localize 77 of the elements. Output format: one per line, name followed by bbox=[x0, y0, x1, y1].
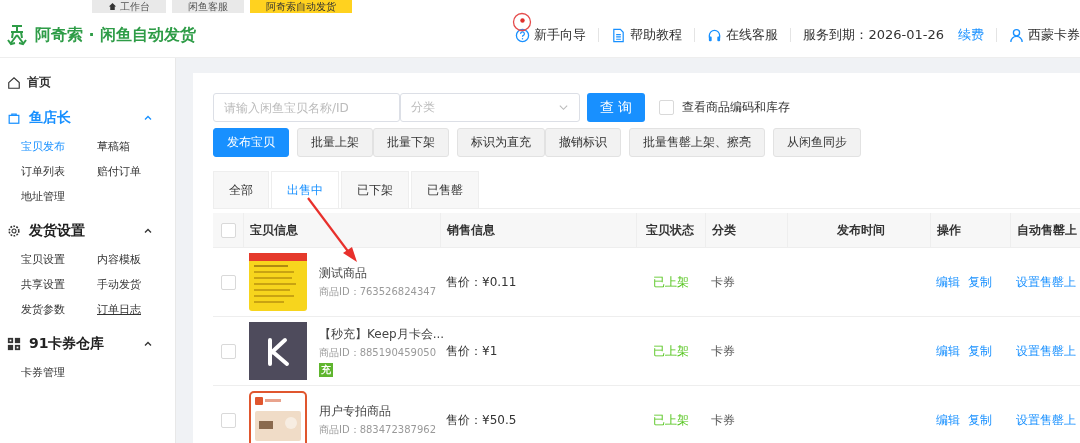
document-icon bbox=[611, 27, 627, 43]
column-header: 发布时间 bbox=[836, 222, 885, 237]
service-expiry: 服务到期：2026-01-26 bbox=[803, 26, 944, 44]
nav-item[interactable]: 卡券管理 bbox=[21, 365, 97, 380]
nav-item[interactable]: 订单日志 bbox=[97, 302, 173, 317]
action-button[interactable]: 撤销标识 bbox=[545, 128, 621, 157]
price-text: 售价：¥1 bbox=[446, 343, 498, 358]
action-button[interactable]: 批量售罄上架、擦亮 bbox=[629, 128, 765, 157]
logo-icon bbox=[5, 23, 29, 47]
select-all-checkbox[interactable] bbox=[221, 222, 236, 238]
category-text: 卡券 bbox=[711, 343, 735, 358]
browser-tab[interactable]: 阿奇索自动发货 bbox=[250, 0, 352, 13]
checkbox-label: 查看商品编码和库存 bbox=[682, 99, 790, 116]
column-header: 分类 bbox=[711, 222, 736, 237]
grid-icon bbox=[7, 337, 21, 351]
home-icon bbox=[108, 2, 117, 11]
column-header: 操作 bbox=[936, 222, 961, 237]
action-button[interactable]: 批量下架 bbox=[373, 128, 449, 157]
column-header: 宝贝信息 bbox=[249, 222, 298, 237]
product-title[interactable]: 用户专拍商品 bbox=[319, 403, 391, 420]
status-text: 已上架 bbox=[652, 274, 689, 289]
row-checkbox[interactable] bbox=[221, 412, 236, 428]
home-nav-item[interactable]: 首页 bbox=[0, 74, 175, 91]
column-header: 自动售罄上 bbox=[1016, 222, 1077, 237]
bag-icon bbox=[7, 111, 21, 125]
price-text: 售价：¥50.5 bbox=[446, 412, 517, 427]
nav-group-header[interactable]: 91卡券仓库 bbox=[0, 335, 175, 353]
nav-item[interactable]: 内容模板 bbox=[97, 252, 173, 267]
home-icon bbox=[7, 75, 21, 90]
recharge-tag: 充 bbox=[319, 362, 333, 377]
annotation-marker bbox=[512, 12, 532, 32]
category-text: 卡券 bbox=[711, 274, 735, 289]
app-title: 阿奇索 · 闲鱼自动发货 bbox=[35, 24, 197, 46]
product-id: 商品ID：885190459050 bbox=[319, 345, 436, 360]
nav-item[interactable]: 草稿箱 bbox=[97, 139, 173, 154]
help-icon bbox=[515, 27, 531, 43]
product-title[interactable]: 测试商品 bbox=[319, 265, 367, 282]
checkbox[interactable] bbox=[659, 100, 674, 115]
header-link[interactable]: 在线客服 bbox=[707, 26, 779, 44]
browser-tab[interactable]: 工作台 bbox=[92, 0, 166, 13]
row-checkbox[interactable] bbox=[221, 343, 236, 359]
action-button[interactable]: 批量上架 bbox=[297, 128, 373, 157]
status-tab[interactable]: 已下架 bbox=[341, 171, 409, 208]
header-link[interactable]: 新手向导 bbox=[515, 26, 587, 44]
status-text: 已上架 bbox=[652, 343, 689, 358]
nav-group-header[interactable]: 发货设置 bbox=[0, 222, 175, 240]
chevron-icon bbox=[143, 339, 153, 349]
nav-item[interactable]: 赔付订单 bbox=[97, 164, 173, 179]
nav-item[interactable]: 地址管理 bbox=[21, 189, 97, 204]
chevron-icon bbox=[143, 113, 153, 123]
status-tab[interactable]: 全部 bbox=[213, 171, 269, 208]
nav-item[interactable]: 共享设置 bbox=[21, 277, 97, 292]
nav-item[interactable]: 发货参数 bbox=[21, 302, 97, 317]
product-id: 商品ID：763526824347 bbox=[319, 285, 436, 299]
nav-item[interactable]: 宝贝设置 bbox=[21, 252, 97, 267]
chevron-icon bbox=[143, 226, 153, 236]
caret-icon bbox=[558, 102, 569, 113]
header-link[interactable]: 帮助教程 bbox=[611, 26, 683, 44]
search-field[interactable]: 请输入闲鱼宝贝名称/ID bbox=[213, 93, 400, 122]
action-button[interactable]: 标识为直充 bbox=[457, 128, 545, 157]
nav-item[interactable]: 订单列表 bbox=[21, 164, 97, 179]
headset-icon bbox=[707, 27, 723, 43]
browser-tab[interactable]: 闲鱼客服 bbox=[172, 0, 244, 13]
status-text: 已上架 bbox=[652, 412, 689, 427]
status-tab[interactable]: 已售罄 bbox=[411, 171, 479, 208]
nav-item[interactable]: 手动发货 bbox=[97, 277, 173, 292]
gear-icon bbox=[7, 224, 21, 238]
row-checkbox[interactable] bbox=[221, 274, 236, 290]
product-id: 商品ID：883472387962 bbox=[319, 423, 436, 437]
category-text: 卡券 bbox=[711, 412, 735, 427]
price-text: 售价：¥0.11 bbox=[446, 274, 517, 289]
user-icon bbox=[1009, 27, 1024, 43]
column-header: 宝贝状态 bbox=[645, 222, 694, 237]
action-button[interactable]: 从闲鱼同步 bbox=[773, 128, 861, 157]
product-title[interactable]: 【秒充】Keep月卡会... bbox=[319, 325, 445, 343]
column-header: 销售信息 bbox=[446, 222, 495, 237]
user-menu[interactable]: 西蒙卡券 bbox=[1009, 26, 1080, 44]
